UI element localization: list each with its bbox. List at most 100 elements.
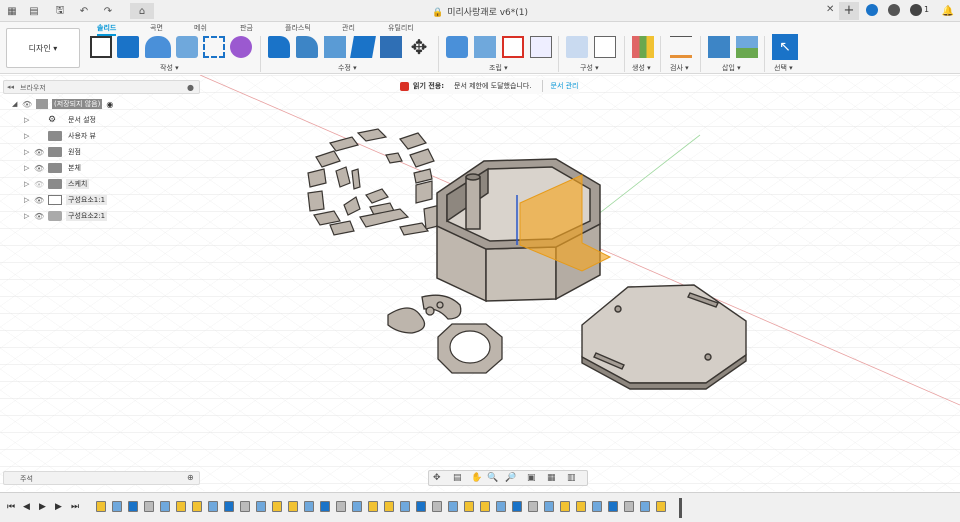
timeline-feature-icon[interactable] bbox=[304, 501, 314, 512]
timeline-feature-icon[interactable] bbox=[560, 501, 570, 512]
timeline-feature-icon[interactable] bbox=[640, 501, 650, 512]
tab-manage[interactable]: 관리 bbox=[342, 23, 355, 33]
move-icon[interactable]: ✥ bbox=[408, 36, 430, 58]
timeline-feature-icon[interactable] bbox=[288, 501, 298, 512]
timeline-feature-icon[interactable] bbox=[368, 501, 378, 512]
timeline-feature-icon[interactable] bbox=[464, 501, 474, 512]
workspace-switcher[interactable]: 디자인 ▾ bbox=[6, 28, 80, 68]
joint-origin-icon[interactable] bbox=[530, 36, 552, 58]
visibility-icon[interactable]: 👁 bbox=[34, 212, 48, 221]
combine-icon[interactable] bbox=[380, 36, 402, 58]
comments-panel[interactable]: 주석 ⊕ bbox=[3, 471, 200, 485]
insert-canvas-icon[interactable] bbox=[736, 36, 758, 58]
go-to-start-icon[interactable]: ⏮ bbox=[7, 502, 15, 512]
measure-icon[interactable] bbox=[670, 36, 692, 58]
timeline-feature-icon[interactable] bbox=[192, 501, 202, 512]
timeline-feature-icon[interactable] bbox=[224, 501, 234, 512]
orbit-icon[interactable]: ✥ bbox=[433, 473, 441, 483]
timeline-feature-icon[interactable] bbox=[608, 501, 618, 512]
timeline-feature-icon[interactable] bbox=[480, 501, 490, 512]
timeline-feature-icon[interactable] bbox=[656, 501, 666, 512]
step-back-icon[interactable]: ◀ bbox=[23, 502, 30, 512]
bell-icon[interactable]: 🔔 bbox=[940, 3, 956, 19]
timeline-feature-icon[interactable] bbox=[256, 501, 266, 512]
expand-icon[interactable]: ▷ bbox=[24, 212, 34, 220]
expand-icon[interactable]: ▷ bbox=[24, 116, 34, 124]
timeline-feature-icon[interactable] bbox=[496, 501, 506, 512]
timeline-feature-icon[interactable] bbox=[416, 501, 426, 512]
browser-item-named-views[interactable]: ▷ 사용자 뷰 bbox=[24, 129, 98, 143]
construct-group-label[interactable]: 구성 ▾ bbox=[580, 63, 599, 73]
browser-item-component1[interactable]: ▷ 👁 구성요소1:1 bbox=[24, 193, 108, 207]
timeline-feature-icon[interactable] bbox=[544, 501, 554, 512]
make-group-label[interactable]: 생성 ▾ bbox=[632, 63, 651, 73]
browser-item-component2[interactable]: ▷ 👁 구성요소2:1 bbox=[24, 209, 108, 223]
press-pull-icon[interactable] bbox=[268, 36, 290, 58]
form-icon[interactable] bbox=[230, 36, 252, 58]
sweep-icon[interactable] bbox=[176, 36, 198, 58]
timeline-feature-icon[interactable] bbox=[160, 501, 170, 512]
expand-icon[interactable]: ▷ bbox=[24, 164, 34, 172]
zoom-icon[interactable]: 🔍 bbox=[487, 473, 498, 483]
tab-solid[interactable]: 솔리드 bbox=[97, 23, 117, 36]
octagon-ring[interactable] bbox=[437, 323, 503, 374]
browser-panel-header[interactable]: ◂◂ 브라우저 ● bbox=[3, 80, 200, 94]
timeline-feature-icon[interactable] bbox=[624, 501, 634, 512]
create-sketch-icon[interactable] bbox=[90, 36, 112, 58]
timeline-feature-icon[interactable] bbox=[352, 501, 362, 512]
3d-viewport[interactable] bbox=[0, 75, 960, 491]
inspect-group-label[interactable]: 검사 ▾ bbox=[670, 63, 689, 73]
tab-surface[interactable]: 곡면 bbox=[150, 23, 163, 33]
pattern-icon[interactable] bbox=[203, 36, 225, 58]
timeline-feature-icon[interactable] bbox=[432, 501, 442, 512]
pan-icon[interactable]: ✋ bbox=[471, 473, 482, 483]
extrude-icon[interactable] bbox=[117, 36, 139, 58]
visibility-icon[interactable]: 👁 bbox=[34, 164, 48, 173]
tab-sheet-metal[interactable]: 판금 bbox=[240, 23, 253, 33]
manage-document-link[interactable]: 문서 관리 bbox=[551, 81, 579, 91]
browser-item-origin[interactable]: ▷ 👁 원점 bbox=[24, 145, 83, 159]
grid-settings-icon[interactable]: ▦ bbox=[547, 473, 556, 483]
timeline-feature-icon[interactable] bbox=[576, 501, 586, 512]
offset-plane-icon[interactable] bbox=[566, 36, 588, 58]
timeline-feature-icon[interactable] bbox=[336, 501, 346, 512]
insert-group-label[interactable]: 삽입 ▾ bbox=[722, 63, 741, 73]
add-comment-icon[interactable]: ⊕ bbox=[187, 473, 194, 482]
insert-derive-icon[interactable] bbox=[708, 36, 730, 58]
expand-icon[interactable]: ▷ bbox=[24, 180, 34, 188]
timeline-feature-icon[interactable] bbox=[320, 501, 330, 512]
active-radio-icon[interactable]: ◉ bbox=[106, 100, 113, 109]
timeline-feature-icon[interactable] bbox=[448, 501, 458, 512]
joint-icon[interactable] bbox=[474, 36, 496, 58]
timeline-feature-icon[interactable] bbox=[400, 501, 410, 512]
display-settings-icon[interactable]: ▣ bbox=[527, 473, 536, 483]
timeline-feature-icon[interactable] bbox=[144, 501, 154, 512]
shell-icon[interactable] bbox=[350, 36, 376, 58]
chamfer-icon[interactable] bbox=[324, 36, 346, 58]
select-group-label[interactable]: 선택 ▾ bbox=[774, 63, 793, 73]
timeline-feature-icon[interactable] bbox=[384, 501, 394, 512]
panel-pin-icon[interactable]: ● bbox=[187, 83, 194, 92]
expand-icon[interactable]: ▷ bbox=[24, 148, 34, 156]
visibility-icon[interactable]: 👁 bbox=[22, 100, 36, 109]
timeline-feature-icon[interactable] bbox=[112, 501, 122, 512]
fit-icon[interactable]: 🔎 bbox=[505, 473, 516, 483]
timeline-feature-icon[interactable] bbox=[208, 501, 218, 512]
timeline-feature-icon[interactable] bbox=[528, 501, 538, 512]
timeline-marker[interactable] bbox=[679, 498, 682, 518]
visibility-icon[interactable]: 👁 bbox=[34, 148, 48, 157]
job-status-icon[interactable] bbox=[910, 4, 922, 16]
tab-mesh[interactable]: 메쉬 bbox=[194, 23, 207, 33]
browser-item-document-settings[interactable]: ▷ ⚙ 문서 설정 bbox=[24, 113, 98, 127]
browser-item-bodies[interactable]: ▷ 👁 본체 bbox=[24, 161, 83, 175]
browser-root-item[interactable]: ◢ 👁 (저장되지 않음) ◉ bbox=[12, 97, 113, 111]
expand-icon[interactable]: ▷ bbox=[24, 196, 34, 204]
visibility-icon[interactable]: 👁 bbox=[34, 196, 48, 205]
assemble-group-label[interactable]: 조립 ▾ bbox=[489, 63, 508, 73]
timeline-feature-icon[interactable] bbox=[176, 501, 186, 512]
timeline-feature-icon[interactable] bbox=[96, 501, 106, 512]
help-icon[interactable] bbox=[866, 4, 878, 16]
timeline-feature-icon[interactable] bbox=[592, 501, 602, 512]
3d-print-icon[interactable] bbox=[632, 36, 654, 58]
viewports-icon[interactable]: ▥ bbox=[567, 473, 576, 483]
